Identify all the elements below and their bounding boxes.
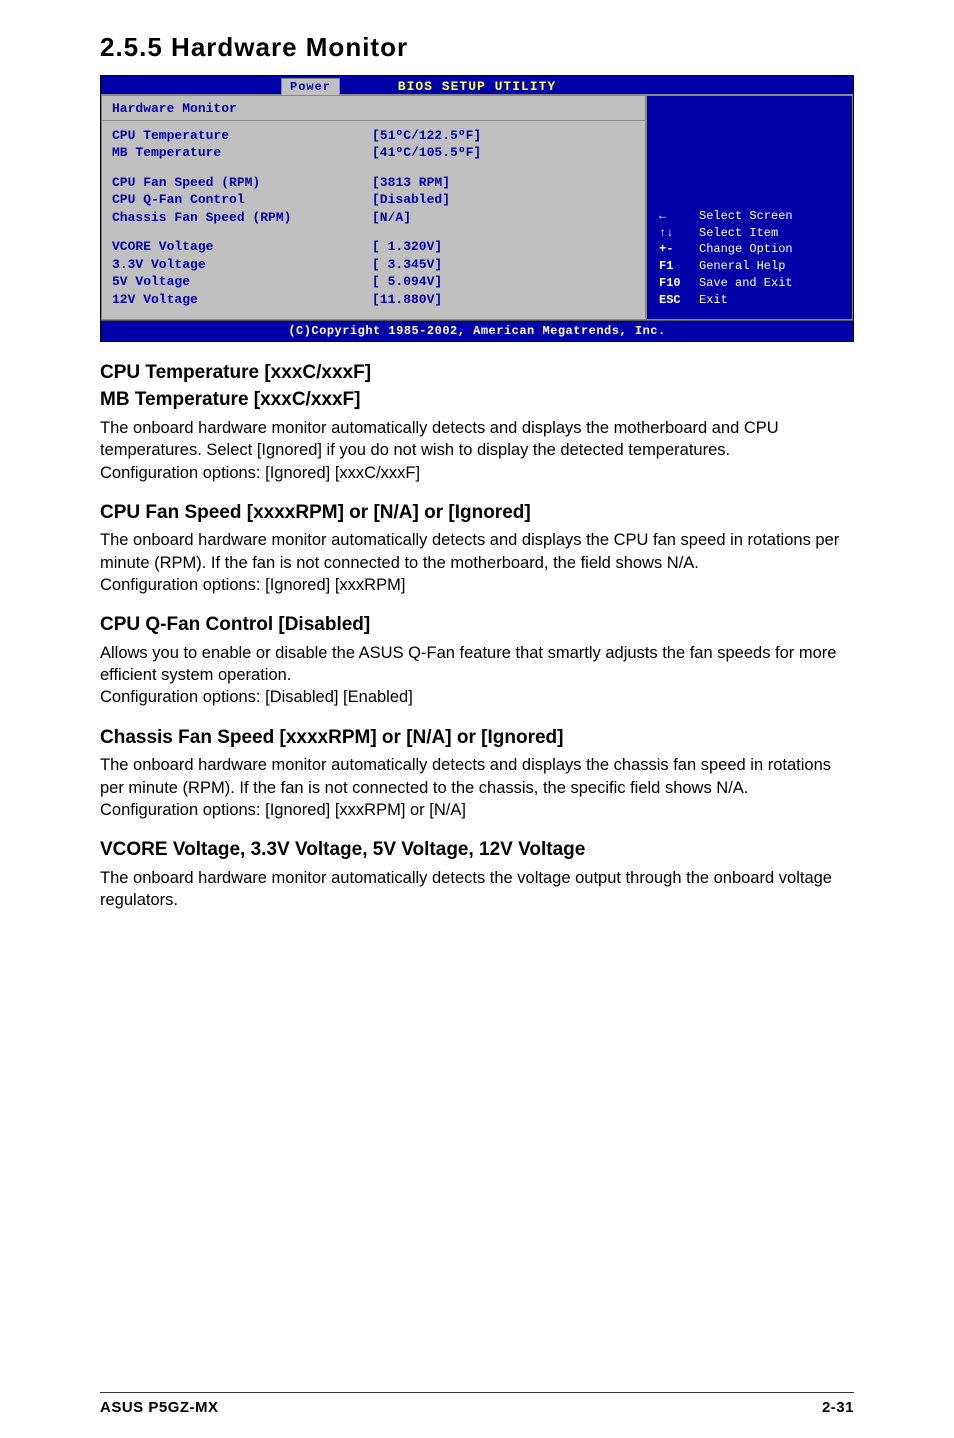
- bios-nav-line: ←Select Screen: [659, 208, 842, 225]
- bios-item-row: VCORE Voltage[ 1.320V]: [112, 238, 635, 256]
- bios-item-row: 5V Voltage[ 5.094V]: [112, 273, 635, 291]
- nav-key-icon: +-: [659, 241, 699, 258]
- bios-item-label: MB Temperature: [112, 144, 372, 162]
- heading-cpu-temperature: CPU Temperature [xxxC/xxxF]: [100, 360, 854, 386]
- nav-key-label: Save and Exit: [699, 275, 793, 292]
- body-chassis-fan-speed: The onboard hardware monitor automatical…: [100, 754, 854, 821]
- bios-nav-line: ESCExit: [659, 292, 842, 309]
- body-cpu-fan-speed: The onboard hardware monitor automatical…: [100, 529, 854, 596]
- bios-nav-line: ↑↓Select Item: [659, 225, 842, 242]
- nav-key-label: Change Option: [699, 241, 793, 258]
- bios-item-row: 3.3V Voltage[ 3.345V]: [112, 256, 635, 274]
- bios-help-panel: ←Select Screen↑↓Select Item+-Change Opti…: [646, 95, 853, 319]
- nav-key-icon: F1: [659, 258, 699, 275]
- nav-key-label: Exit: [699, 292, 728, 309]
- body-temperature: The onboard hardware monitor automatical…: [100, 417, 854, 484]
- page-footer: ASUS P5GZ-MX 2-31: [100, 1392, 854, 1418]
- bios-nav-help: ←Select Screen↑↓Select Item+-Change Opti…: [647, 200, 852, 319]
- nav-key-icon: F10: [659, 275, 699, 292]
- footer-product: ASUS P5GZ-MX: [100, 1398, 219, 1418]
- bios-item-value: [ 5.094V]: [372, 273, 442, 291]
- bios-item-label: VCORE Voltage: [112, 238, 372, 256]
- bios-item-value: [Disabled]: [372, 191, 450, 209]
- bios-item-label: CPU Temperature: [112, 127, 372, 145]
- bios-item-value: [ 3.345V]: [372, 256, 442, 274]
- body-voltages: The onboard hardware monitor automatical…: [100, 867, 854, 912]
- bios-active-tab: Power: [281, 78, 340, 95]
- nav-key-icon: ←: [659, 208, 699, 225]
- bios-nav-line: F1General Help: [659, 258, 842, 275]
- bios-item-row: Chassis Fan Speed (RPM)[N/A]: [112, 209, 635, 227]
- heading-cpu-fan-speed: CPU Fan Speed [xxxxRPM] or [N/A] or [Ign…: [100, 500, 854, 526]
- bios-item-row: 12V Voltage[11.880V]: [112, 291, 635, 309]
- bios-item-label: CPU Fan Speed (RPM): [112, 174, 372, 192]
- nav-key-icon: ESC: [659, 292, 699, 309]
- bios-item-row: CPU Fan Speed (RPM)[3813 RPM]: [112, 174, 635, 192]
- bios-screenshot: BIOS SETUP UTILITY Power Hardware Monito…: [100, 75, 854, 342]
- bios-title-row: BIOS SETUP UTILITY Power: [101, 76, 853, 94]
- heading-cpu-qfan: CPU Q-Fan Control [Disabled]: [100, 612, 854, 638]
- bios-item-value: [51ºC/122.5ºF]: [372, 127, 481, 145]
- bios-item-value: [11.880V]: [372, 291, 442, 309]
- bios-item-label: CPU Q-Fan Control: [112, 191, 372, 209]
- bios-panel-title: Hardware Monitor: [102, 96, 645, 121]
- bios-item-value: [N/A]: [372, 209, 411, 227]
- section-title: 2.5.5 Hardware Monitor: [100, 30, 854, 65]
- bios-item-value: [ 1.320V]: [372, 238, 442, 256]
- bios-item-label: Chassis Fan Speed (RPM): [112, 209, 372, 227]
- bios-copyright: (C)Copyright 1985-2002, American Megatre…: [101, 321, 853, 341]
- body-cpu-qfan: Allows you to enable or disable the ASUS…: [100, 642, 854, 709]
- bios-title: BIOS SETUP UTILITY: [398, 79, 556, 94]
- bios-item-value: [3813 RPM]: [372, 174, 450, 192]
- bios-item-label: 5V Voltage: [112, 273, 372, 291]
- bios-item-label: 3.3V Voltage: [112, 256, 372, 274]
- bios-item-label: 12V Voltage: [112, 291, 372, 309]
- heading-chassis-fan-speed: Chassis Fan Speed [xxxxRPM] or [N/A] or …: [100, 725, 854, 751]
- nav-key-label: Select Screen: [699, 208, 793, 225]
- footer-page-number: 2-31: [822, 1398, 854, 1418]
- nav-key-label: Select Item: [699, 225, 778, 242]
- bios-nav-line: +-Change Option: [659, 241, 842, 258]
- bios-item-value: [41ºC/105.5ºF]: [372, 144, 481, 162]
- bios-nav-line: F10Save and Exit: [659, 275, 842, 292]
- bios-item-row: CPU Temperature[51ºC/122.5ºF]: [112, 127, 635, 145]
- bios-item-row: CPU Q-Fan Control[Disabled]: [112, 191, 635, 209]
- bios-left-panel: Hardware Monitor CPU Temperature[51ºC/12…: [101, 95, 646, 319]
- heading-mb-temperature: MB Temperature [xxxC/xxxF]: [100, 387, 854, 413]
- heading-voltages: VCORE Voltage, 3.3V Voltage, 5V Voltage,…: [100, 837, 854, 863]
- nav-key-label: General Help: [699, 258, 785, 275]
- nav-key-icon: ↑↓: [659, 225, 699, 242]
- bios-item-list: CPU Temperature[51ºC/122.5ºF]MB Temperat…: [102, 121, 645, 319]
- bios-item-row: MB Temperature[41ºC/105.5ºF]: [112, 144, 635, 162]
